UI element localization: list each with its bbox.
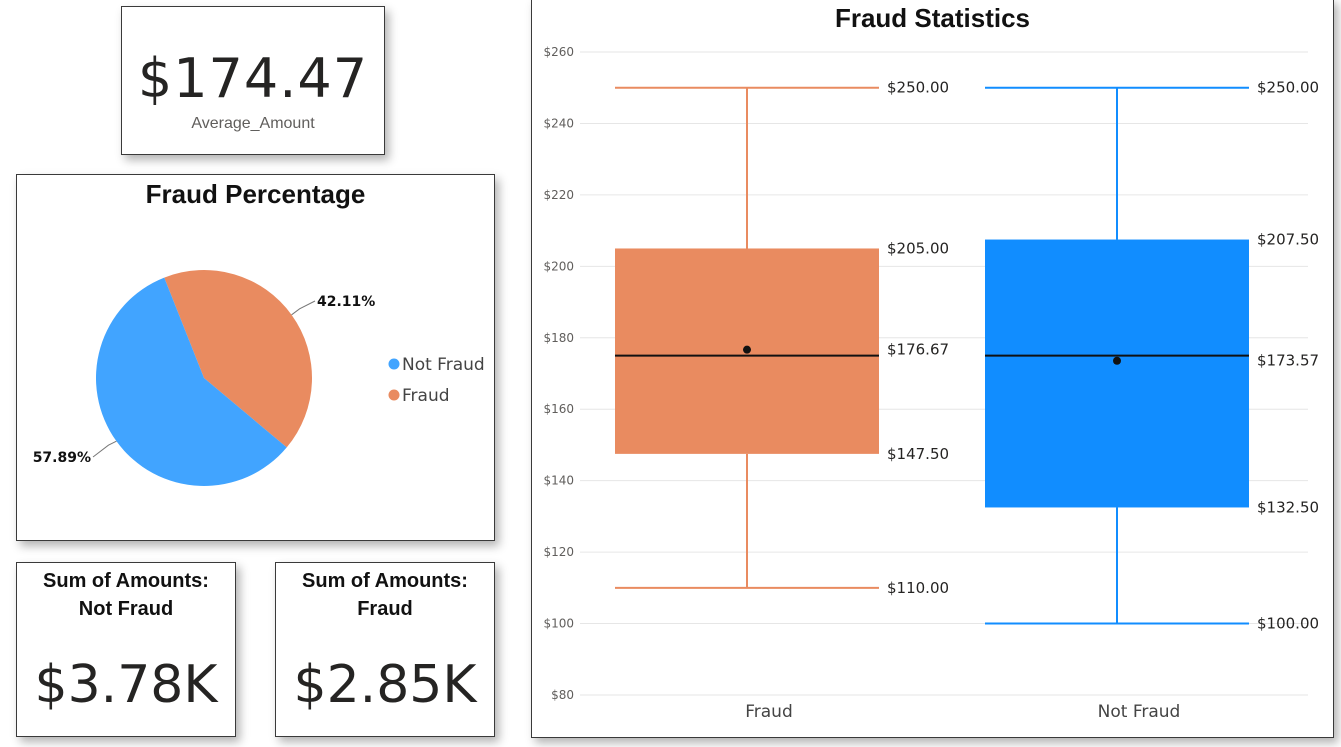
fraud-statistics-card[interactable]: Fraud Statistics $80 $100 $120 $140 $160 $180… (531, 0, 1334, 738)
pie-leader-line (291, 300, 316, 316)
average-amount-card[interactable]: $174.47 Average_Amount (121, 6, 385, 155)
sum-not-fraud-title-line2: Not Fraud (78, 598, 174, 620)
mean-marker-not-fraud (1113, 356, 1121, 365)
mean-marker-fraud (743, 345, 751, 354)
sum-not-fraud-title: Sum of Amounts: Not Fraud (17, 567, 235, 623)
sum-fraud-title: Sum of Amounts: Fraud (276, 567, 494, 623)
sum-not-fraud-card[interactable]: Sum of Amounts: Not Fraud $3.78K (16, 562, 236, 737)
pie-data-label: 42.11% (317, 294, 375, 310)
y-tick-label: $220 (543, 188, 574, 202)
y-tick-label: $120 (543, 545, 574, 559)
fraud-percentage-card[interactable]: Fraud Percentage 42.11% 57.89% Not Fraud F… (16, 174, 495, 541)
fraud-statistics-box-chart: $80$100$120$140$160$180$200$220$240$260 … (543, 45, 1319, 722)
sum-not-fraud-value: $3.78K (34, 655, 218, 715)
legend-label-fraud[interactable]: Fraud (402, 386, 450, 406)
pie-leader-line (92, 440, 117, 458)
legend-label-not-fraud[interactable]: Not Fraud (402, 355, 485, 375)
data-label-min-not-fraud: $100.00 (1257, 615, 1319, 633)
y-tick-label: $200 (543, 259, 574, 273)
data-label-max-not-fraud: $250.00 (1257, 79, 1319, 97)
box-not-fraud[interactable] (985, 239, 1249, 508)
average-amount-value: $174.47 (137, 47, 369, 110)
sum-fraud-card[interactable]: Sum of Amounts: Fraud $2.85K (275, 562, 495, 737)
y-tick-label: $140 (543, 474, 574, 488)
data-label-q3-not-fraud: $207.50 (1257, 231, 1319, 249)
average-amount-label: Average_Amount (191, 115, 315, 132)
sum-not-fraud-title-line1: Sum of Amounts: (43, 570, 209, 592)
x-category-label-not-fraud: Not Fraud (1098, 702, 1181, 722)
sum-fraud-value: $2.85K (293, 655, 477, 715)
y-tick-label: $80 (551, 688, 574, 702)
data-label-q1-fraud: $147.50 (887, 445, 949, 463)
data-label-q1-not-fraud: $132.50 (1257, 498, 1319, 516)
y-tick-label: $160 (543, 402, 574, 416)
data-label-max-fraud: $250.00 (887, 79, 949, 97)
y-tick-label: $180 (543, 331, 574, 345)
sum-fraud-title-line2: Fraud (357, 598, 413, 620)
data-label-q3-fraud: $205.00 (887, 239, 949, 257)
y-tick-label: $260 (543, 45, 574, 59)
legend-marker (388, 389, 400, 401)
data-label-mean-not-fraud: $173.57 (1257, 352, 1319, 370)
x-category-label-fraud: Fraud (745, 702, 793, 722)
fraud-percentage-pie-chart: 42.11% 57.89% Not Fraud Fraud (33, 270, 485, 487)
sum-fraud-title-line1: Sum of Amounts: (302, 570, 468, 592)
y-tick-label: $100 (543, 617, 574, 631)
legend-marker (388, 358, 400, 370)
pie-data-label: 57.89% (33, 450, 91, 466)
data-label-min-fraud: $110.00 (887, 579, 949, 597)
y-tick-label: $240 (543, 116, 574, 130)
data-label-mean-fraud: $176.67 (887, 341, 949, 359)
